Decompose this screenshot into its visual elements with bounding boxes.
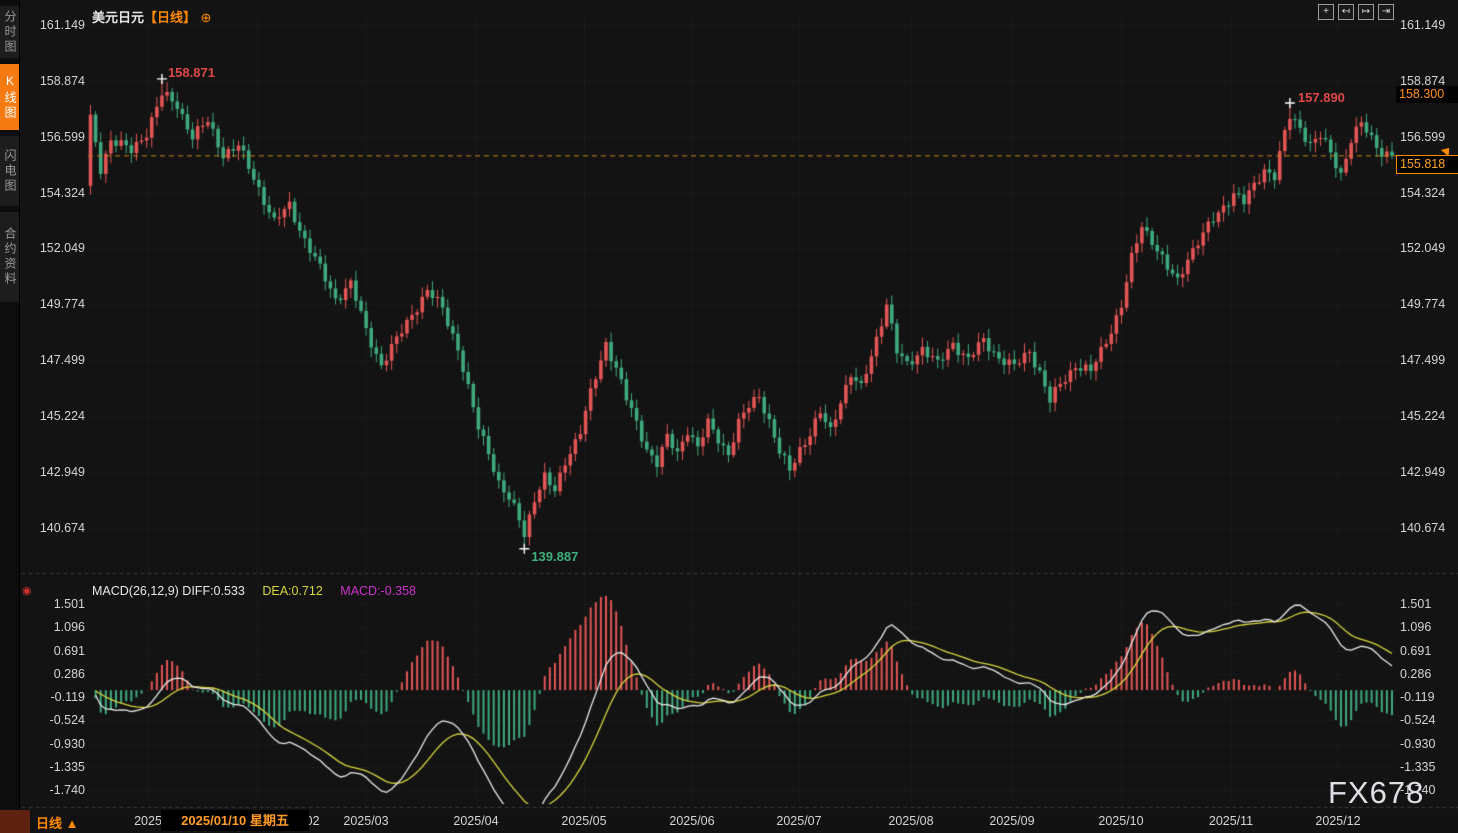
chart-title: 美元日元【日线】 ⊕ [92,7,211,27]
bottom-left-corner-block [0,810,30,833]
circle-plus-icon[interactable]: ⊕ [200,10,211,25]
price-tick-left: 158.874 [19,74,85,88]
year-high-annotation: 158.871 [168,65,215,80]
price-tick-right: 152.049 [1400,241,1445,255]
candlestick-macd-canvas[interactable] [0,0,1458,833]
macd-tick-right: 0.691 [1400,644,1431,658]
macd-target-icon[interactable]: ◉ [22,584,32,597]
price-tick-left: 149.774 [19,297,85,311]
year-low-annotation: 139.887 [531,549,578,564]
chart-toolbar: +↤↦⇥ [1318,4,1394,20]
alert-price-label: 158.300 [1396,86,1458,103]
period-selector[interactable]: 日线 ▲ [36,813,78,832]
dec-high-annotation: 157.890 [1298,90,1345,105]
price-tick-right: 145.224 [1400,409,1445,423]
price-tick-right: 142.949 [1400,465,1445,479]
x-axis-tick: 2025/04 [453,814,498,828]
date-crosshair-tooltip: 2025/01/10 星期五 [161,810,309,831]
x-axis-tick: 2025/11 [1209,814,1253,828]
x-axis-tick: 2025/05 [561,814,606,828]
sidebar-tab-1[interactable]: 分时图 [0,6,19,58]
x-axis-tick: 2025 [134,814,162,828]
x-axis-tick: 2025/09 [989,814,1034,828]
macd-tick-right: -0.524 [1400,713,1435,727]
left-tab-strip: 分时图 K线图闪电图合约资料 [0,0,20,833]
macd-tick-right: 1.096 [1400,620,1431,634]
price-tick-right: 161.149 [1400,18,1445,32]
macd-tick-left: 0.691 [19,644,85,658]
macd-tick-left: 0.286 [19,667,85,681]
price-tick-left: 145.224 [19,409,85,423]
price-tick-left: 156.599 [19,130,85,144]
macd-tick-left: 1.096 [19,620,85,634]
price-tick-right: 149.774 [1400,297,1445,311]
fx678-watermark: FX678 [1328,775,1424,811]
macd-tick-left: -0.119 [19,690,85,704]
price-tick-right: 154.324 [1400,186,1445,200]
x-axis-tick: 2025/10 [1098,814,1143,828]
last-price-label: 155.818 [1396,155,1458,174]
pan-left-icon[interactable]: ↤ [1338,4,1354,20]
x-axis-tick: 2025/03 [343,814,388,828]
sidebar-tab-4[interactable]: 合约资料 [0,212,19,302]
sidebar-tab-3[interactable]: 闪电图 [0,136,19,206]
price-tick-right: 156.599 [1400,130,1445,144]
symbol-name: 美元日元 [92,10,144,25]
move-tool-icon[interactable]: + [1318,4,1334,20]
macd-tick-right: 0.286 [1400,667,1431,681]
macd-tick-left: -1.740 [19,783,85,797]
macd-tick-right: 1.501 [1400,597,1431,611]
period-tag: 【日线】 [144,10,196,25]
sidebar-tab-2[interactable]: K线图 [0,64,19,130]
macd-tick-right: -0.930 [1400,737,1435,751]
macd-tick-left: 1.501 [19,597,85,611]
macd-tick-right: -0.119 [1400,690,1435,704]
price-tick-right: 140.674 [1400,521,1445,535]
macd-diff-value: MACD(26,12,9) DIFF:0.533 [92,584,245,598]
x-axis-tick: 2025/06 [669,814,714,828]
pan-right-icon[interactable]: ↦ [1358,4,1374,20]
macd-tick-left: -0.930 [19,737,85,751]
x-axis-tick: 2025/07 [776,814,821,828]
x-axis-tick: 2025/08 [888,814,933,828]
price-tick-left: 142.949 [19,465,85,479]
macd-indicator-header: MACD(26,12,9) DIFF:0.533 DEA:0.712 MACD:… [92,584,416,598]
macd-tick-right: -1.335 [1400,760,1435,774]
price-tick-left: 161.149 [19,18,85,32]
chart-application-window: 分时图 K线图闪电图合约资料 美元日元【日线】 ⊕ +↤↦⇥ 161.149 158… [0,0,1458,833]
price-tick-left: 152.049 [19,241,85,255]
price-tick-left: 154.324 [19,186,85,200]
macd-tick-left: -1.335 [19,760,85,774]
macd-tick-left: -0.524 [19,713,85,727]
jump-latest-icon[interactable]: ⇥ [1378,4,1394,20]
macd-bar-value: MACD:-0.358 [340,584,416,598]
price-tick-right: 147.499 [1400,353,1445,367]
price-tick-left: 140.674 [19,521,85,535]
macd-dea-value: DEA:0.712 [262,584,322,598]
x-axis-tick: 2025/12 [1315,814,1360,828]
price-tick-left: 147.499 [19,353,85,367]
